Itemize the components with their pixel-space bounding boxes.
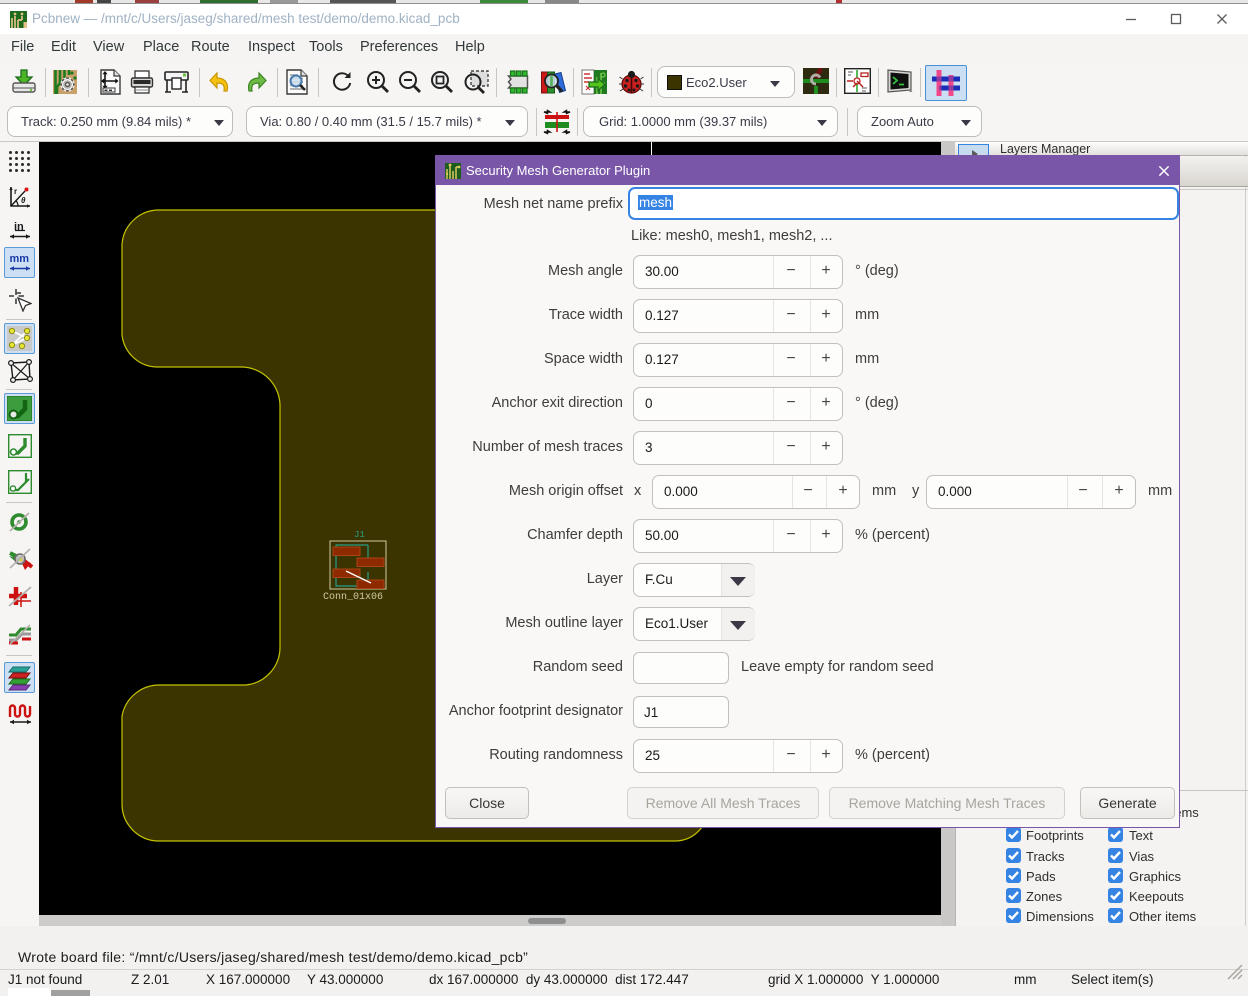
svg-text:θ: θ — [21, 196, 26, 205]
svg-text:in: in — [14, 221, 24, 233]
svg-text:Conn_01x06: Conn_01x06 — [323, 592, 383, 603]
svg-text:J1: J1 — [354, 530, 365, 540]
svg-text:r: r — [14, 187, 17, 196]
svg-text:mm: mm — [10, 253, 30, 265]
